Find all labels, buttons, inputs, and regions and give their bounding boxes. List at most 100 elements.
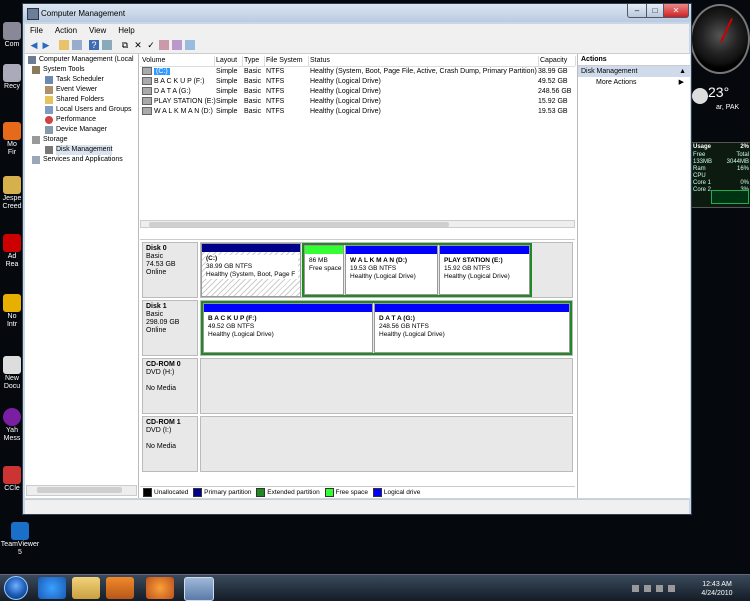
back-arrow-icon[interactable]: ◀ bbox=[29, 40, 39, 50]
menu-file[interactable]: File bbox=[25, 24, 48, 37]
tray-security-icon[interactable] bbox=[656, 585, 663, 592]
more-actions-item[interactable]: More Actions ▶ bbox=[578, 77, 690, 88]
tree-item-shared-folders[interactable]: Shared Folders bbox=[45, 95, 104, 105]
menu-view[interactable]: View bbox=[84, 24, 111, 37]
desktop-icon-norton[interactable]: No Intr bbox=[0, 294, 24, 329]
storage-icon bbox=[32, 136, 40, 144]
title-bar[interactable]: Computer Management – □ ✕ bbox=[23, 4, 691, 22]
desktop-icon-label: Yah Mess bbox=[3, 427, 21, 442]
media-player-icon[interactable] bbox=[106, 577, 134, 599]
view-icon[interactable] bbox=[185, 40, 195, 50]
folder-icon bbox=[45, 96, 53, 104]
tray-volume-icon[interactable] bbox=[668, 585, 675, 592]
volume-list-scrollbar[interactable] bbox=[140, 220, 575, 228]
partition-name: D A T A (G:) bbox=[379, 315, 415, 322]
tree-item-system-tools[interactable]: System Tools bbox=[32, 65, 85, 75]
cdrom-0-area bbox=[200, 358, 573, 414]
close-button[interactable]: ✕ bbox=[663, 4, 689, 18]
desktop-icon-ccleaner[interactable]: CCle bbox=[0, 466, 24, 493]
meter-graph bbox=[711, 190, 749, 204]
desktop-icon-computer[interactable]: Com bbox=[0, 22, 24, 49]
partition-walkman[interactable]: W A L K M A N (D:) 19.53 GB NTFS Healthy (… bbox=[345, 245, 438, 295]
actions-section-disk-management[interactable]: Disk Management ▲ bbox=[578, 66, 690, 77]
partition-name: PLAY STATION (E:) bbox=[444, 257, 503, 264]
desktop-icon-label: Com bbox=[4, 41, 20, 48]
disk-size: 74.53 GB bbox=[146, 261, 176, 268]
volume-row[interactable]: PLAY STATION (E:) Simple Basic NTFS Heal… bbox=[140, 97, 575, 107]
partition-status: Healthy (System, Boot, Page F bbox=[206, 271, 296, 278]
desktop-icon-new-document[interactable]: New Docu bbox=[0, 356, 24, 391]
firefox-icon[interactable] bbox=[146, 577, 174, 599]
meter-ram-label: Ram bbox=[693, 166, 706, 172]
volume-row[interactable]: (C:) Simple Basic NTFS Healthy (System, … bbox=[140, 67, 575, 77]
desktop-icon-adobe-reader[interactable]: Ad Rea bbox=[0, 234, 24, 269]
tree-scrollbar[interactable] bbox=[26, 485, 137, 496]
col-layout[interactable]: Layout bbox=[214, 56, 243, 66]
tree-item-task-scheduler[interactable]: Task Scheduler bbox=[45, 75, 104, 85]
tree-item-disk-management[interactable]: Disk Management bbox=[45, 145, 113, 155]
desktop-icon-yahoo-messenger[interactable]: Yah Mess bbox=[0, 408, 24, 443]
menu-action[interactable]: Action bbox=[50, 24, 82, 37]
desktop-icon-jesper-creed[interactable]: Jespe Creed bbox=[0, 176, 24, 211]
services-icon bbox=[32, 156, 40, 164]
partition-c[interactable]: (C:) 38.99 GB NTFS Healthy (System, Boot, … bbox=[201, 243, 301, 297]
partition-play-station[interactable]: PLAY STATION (E:) 15.92 GB NTFS Healthy (L… bbox=[439, 245, 530, 295]
internet-explorer-icon[interactable] bbox=[38, 577, 66, 599]
desktop-icon-teamviewer[interactable]: TeamViewer 5 bbox=[0, 522, 40, 557]
disk-0-label[interactable]: Disk 0 Basic 74.53 GB Online bbox=[142, 242, 198, 298]
collapse-arrow-icon[interactable]: ▲ bbox=[679, 66, 686, 77]
show-hide-tree-icon[interactable] bbox=[72, 40, 82, 50]
taskbar: 12:43 AM 4/24/2010 bbox=[0, 574, 750, 601]
disk-1-partitions: B A C K U P (F:) 49.52 GB NTFS Healthy (Lo… bbox=[200, 300, 573, 356]
tree-item-storage[interactable]: Storage bbox=[32, 135, 68, 145]
tray-arrow-icon[interactable] bbox=[632, 585, 639, 592]
volume-row[interactable]: W A L K M A N (D:) Simple Basic NTFS Hea… bbox=[140, 107, 575, 117]
delete-icon[interactable]: ✕ bbox=[133, 40, 143, 50]
tree-item-local-users[interactable]: Local Users and Groups bbox=[45, 105, 131, 115]
tree-scroll-thumb[interactable] bbox=[37, 487, 122, 493]
computer-management-task-icon[interactable] bbox=[184, 577, 214, 601]
tree-item-computer-management[interactable]: Computer Management (Local bbox=[28, 55, 134, 65]
menu-help[interactable]: Help bbox=[113, 24, 139, 37]
volume-scroll-thumb[interactable] bbox=[149, 222, 449, 227]
open-icon[interactable] bbox=[159, 40, 169, 50]
col-volume[interactable]: Volume bbox=[140, 56, 215, 66]
tree-item-event-viewer[interactable]: Event Viewer bbox=[45, 85, 97, 95]
partition-free-space[interactable]: 86 MB Free space bbox=[304, 245, 344, 295]
drive-icon bbox=[142, 87, 152, 96]
tree-item-services-applications[interactable]: Services and Applications bbox=[32, 155, 123, 165]
connect-icon[interactable]: ⧉ bbox=[120, 40, 130, 50]
disk-map: Disk 0 Basic 74.53 GB Online (C:) 38.99 G… bbox=[140, 239, 575, 487]
tree-item-device-manager[interactable]: Device Manager bbox=[45, 125, 107, 135]
partition-backup[interactable]: B A C K U P (F:) 49.52 GB NTFS Healthy (Lo… bbox=[203, 303, 373, 353]
forward-arrow-icon[interactable]: ▶ bbox=[41, 40, 51, 50]
volume-type: Basic bbox=[244, 68, 262, 75]
file-explorer-icon[interactable] bbox=[72, 577, 100, 599]
help-icon[interactable]: ? bbox=[89, 40, 99, 50]
tray-network-icon[interactable] bbox=[644, 585, 651, 592]
search-icon[interactable] bbox=[172, 40, 182, 50]
col-file-system[interactable]: File System bbox=[264, 56, 309, 66]
start-button[interactable] bbox=[4, 576, 28, 600]
tree-item-performance[interactable]: Performance bbox=[45, 115, 96, 125]
properties-icon[interactable] bbox=[102, 40, 112, 50]
partition-size: 38.99 GB NTFS bbox=[206, 263, 253, 270]
disk-1-label[interactable]: Disk 1 Basic 298.09 GB Online bbox=[142, 300, 198, 356]
maximize-button[interactable]: □ bbox=[646, 4, 664, 18]
cdrom-0-label[interactable]: CD-ROM 0 DVD (H:) No Media bbox=[142, 358, 198, 414]
desktop-icon-recycle-bin[interactable]: Recy bbox=[0, 64, 24, 91]
volume-row[interactable]: B A C K U P (F:) Simple Basic NTFS Healt… bbox=[140, 77, 575, 87]
desktop-icon-firefox[interactable]: Mo Fir bbox=[0, 122, 24, 157]
up-folder-icon[interactable] bbox=[59, 40, 69, 50]
weather-temp: 23° bbox=[708, 84, 730, 100]
volume-row[interactable]: D A T A (G:) Simple Basic NTFS Healthy (… bbox=[140, 87, 575, 97]
settings-icon[interactable]: ✓ bbox=[146, 40, 156, 50]
volume-status: Healthy (Logical Drive) bbox=[310, 78, 381, 85]
tray-clock[interactable]: 12:43 AM 4/24/2010 bbox=[694, 580, 740, 598]
col-type[interactable]: Type bbox=[242, 56, 265, 66]
minimize-button[interactable]: – bbox=[627, 4, 647, 18]
partition-data[interactable]: D A T A (G:) 248.56 GB NTFS Healthy (Logic… bbox=[374, 303, 570, 353]
col-status[interactable]: Status bbox=[308, 56, 539, 66]
cdrom-1-label[interactable]: CD-ROM 1 DVD (I:) No Media bbox=[142, 416, 198, 472]
col-capacity[interactable]: Capacity bbox=[538, 56, 576, 66]
